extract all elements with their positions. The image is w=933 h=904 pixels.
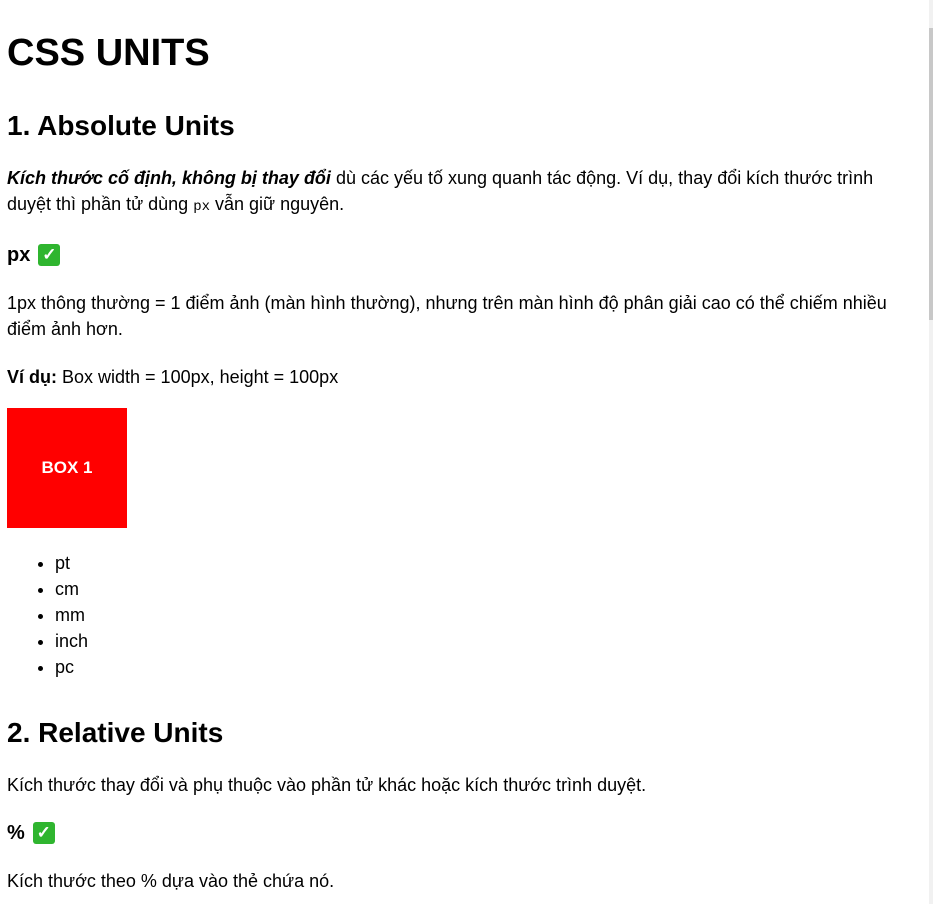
list-item: pt [55,550,915,576]
unit-heading-percent: % ✓ [7,820,915,846]
vertical-scrollbar[interactable] [929,0,933,904]
absolute-intro-code: px [193,199,210,215]
section-heading-absolute: 1. Absolute Units [7,110,235,141]
list-item: inch [55,628,915,654]
unit-heading-px-label: px [7,244,31,266]
px-description: 1px thông thường = 1 điểm ảnh (màn hình … [7,293,887,339]
section-heading-relative: 2. Relative Units [7,717,224,748]
unit-heading-percent-label: % [7,822,25,844]
check-mark-icon: ✓ [32,822,55,844]
absolute-intro-emphasis: Kích thước cố định, không bị thay đổi [7,168,331,188]
page-title: CSS UNITS [7,32,210,74]
absolute-units-list: pt cm mm inch pc [7,550,915,680]
page: CSS UNITS 1. Absolute Units Kích thước c… [0,0,933,904]
unit-heading-px: px ✓ [7,242,915,268]
absolute-intro: Kích thước cố định, không bị thay đổi dù… [7,165,915,220]
relative-intro: Kích thước thay đổi và phụ thuộc vào phầ… [7,775,647,795]
px-example-text: Box width = 100px, height = 100px [57,367,339,387]
px-example: Ví dụ: Box width = 100px, height = 100px [7,364,915,390]
scrollbar-thumb[interactable] [929,28,933,320]
list-item: cm [55,576,915,602]
absolute-intro-em: Kích thước cố định, không bị thay đổi [7,168,331,188]
list-item: pc [55,654,915,680]
check-mark-icon: ✓ [38,244,61,266]
absolute-intro-text-b: vẫn giữ nguyên. [210,194,345,214]
percent-description: Kích thước theo % dựa vào thẻ chứa nó. [7,871,335,891]
demo-box-1: BOX 1 [7,408,127,528]
px-example-label: Ví dụ: [7,367,57,387]
list-item: mm [55,602,915,628]
